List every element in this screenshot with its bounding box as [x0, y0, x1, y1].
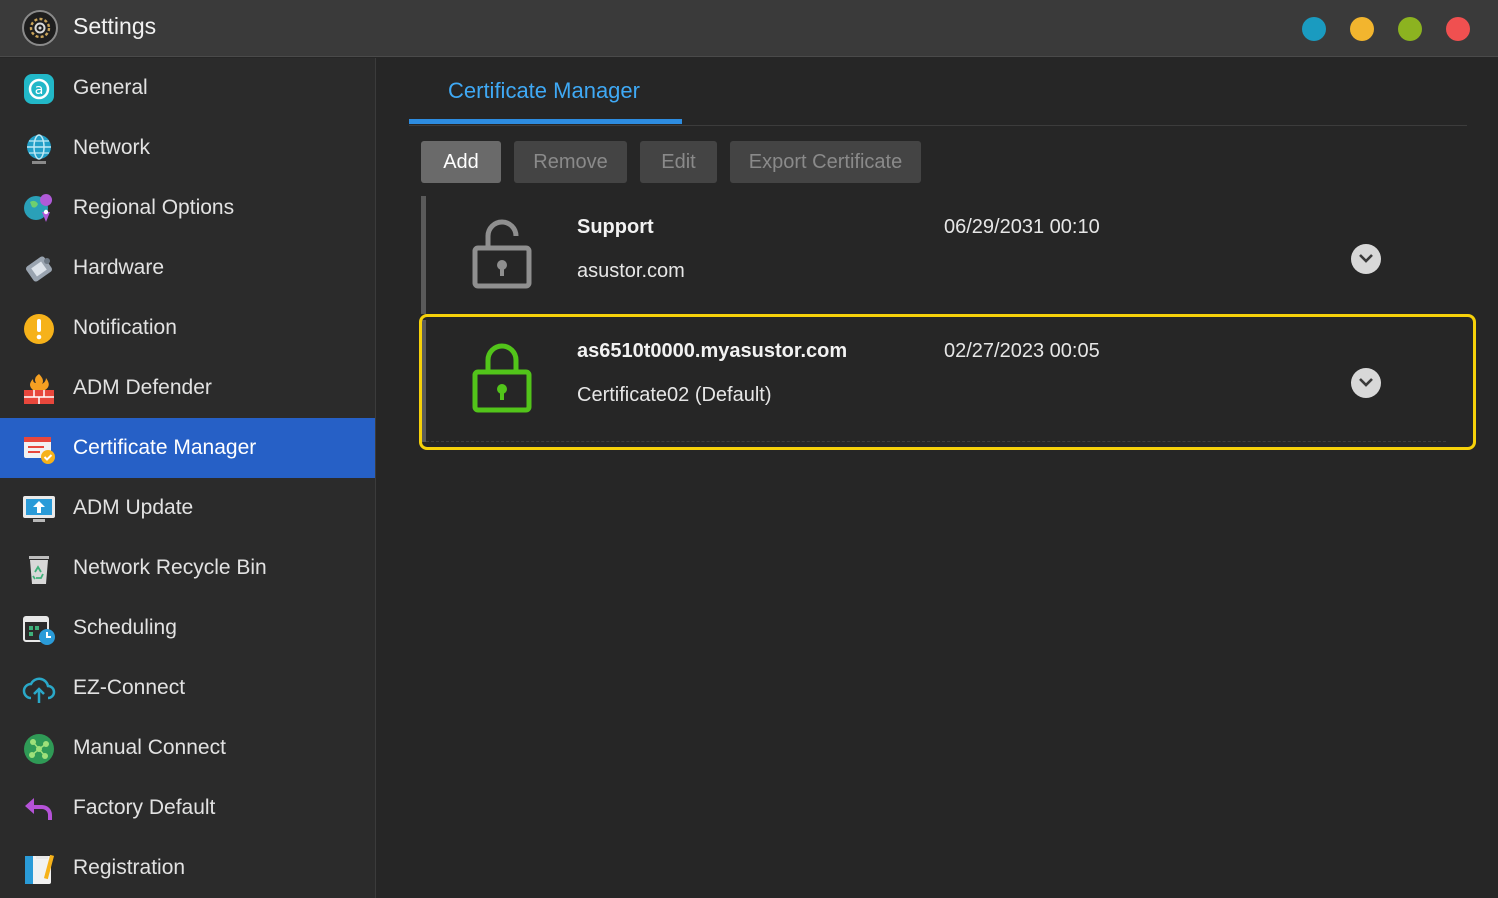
sidebar-item-registration[interactable]: Registration: [0, 838, 375, 898]
sidebar-item-adm-update[interactable]: ADM Update: [0, 478, 375, 538]
sidebar-item-label: ADM Defender: [73, 376, 212, 399]
tab-label: Certificate Manager: [448, 78, 640, 103]
sidebar-item-certificate-manager[interactable]: Certificate Manager: [0, 418, 375, 478]
svg-text:a: a: [35, 82, 44, 98]
gear-icon: [22, 10, 58, 46]
sidebar-item-label: Notification: [73, 316, 177, 339]
sidebar-item-regional-options[interactable]: Regional Options: [0, 178, 375, 238]
remove-button[interactable]: Remove: [514, 141, 627, 183]
undo-arrow-icon: [22, 792, 56, 826]
sidebar-item-label: ADM Update: [73, 496, 194, 519]
sidebar: a General Network Regional Options Hardw…: [0, 58, 376, 898]
window-maximize-dot[interactable]: [1398, 17, 1422, 41]
expand-chevron-icon[interactable]: [1351, 244, 1381, 274]
certificate-expiry-date: 06/29/2031 00:10: [944, 216, 1100, 238]
certificate-row[interactable]: Support asustor.com 06/29/2031 00:10: [421, 196, 1467, 314]
sidebar-item-hardware[interactable]: Hardware: [0, 238, 375, 298]
sidebar-item-manual-connect[interactable]: Manual Connect: [0, 718, 375, 778]
sidebar-item-label: Certificate Manager: [73, 436, 257, 459]
hardware-icon: [22, 252, 56, 286]
certificate-icon: [22, 432, 56, 466]
registration-card-icon: [22, 852, 56, 886]
add-button[interactable]: Add: [421, 141, 501, 183]
tab-divider: [409, 125, 1467, 126]
sidebar-item-general[interactable]: a General: [0, 58, 375, 118]
sidebar-item-label: Scheduling: [73, 616, 177, 639]
sidebar-item-label: Factory Default: [73, 796, 216, 819]
window-minimize-dot[interactable]: [1302, 17, 1326, 41]
sidebar-item-label: General: [73, 76, 148, 99]
sidebar-item-label: Hardware: [73, 256, 165, 279]
window-restore-dot[interactable]: [1350, 17, 1374, 41]
calendar-clock-icon: [22, 612, 56, 646]
tab-certificate-manager[interactable]: Certificate Manager: [409, 58, 682, 124]
certificate-name: Support: [577, 216, 654, 238]
sidebar-item-label: Regional Options: [73, 196, 235, 219]
edit-button[interactable]: Edit: [640, 141, 717, 183]
export-certificate-button[interactable]: Export Certificate: [730, 141, 921, 183]
sidebar-item-scheduling[interactable]: Scheduling: [0, 598, 375, 658]
highlight-box: [419, 314, 1476, 450]
main-panel: Certificate Manager Add Remove Edit Expo…: [377, 58, 1498, 898]
firewall-icon: [22, 372, 56, 406]
update-monitor-icon: [22, 492, 56, 526]
notification-exclamation-icon: [22, 312, 56, 346]
sidebar-item-label: Network: [73, 136, 151, 159]
cloud-upload-icon: [22, 672, 56, 706]
globe-icon: [22, 132, 56, 166]
tab-active-indicator: [409, 119, 682, 124]
sidebar-item-factory-default[interactable]: Factory Default: [0, 778, 375, 838]
title-bar: Settings: [0, 0, 1498, 57]
general-icon: a: [22, 72, 56, 106]
sidebar-item-label: Network Recycle Bin: [73, 556, 267, 579]
window-title: Settings: [73, 13, 157, 39]
recycle-bin-icon: [22, 552, 56, 586]
sidebar-item-label: Registration: [73, 856, 186, 879]
sidebar-item-ez-connect[interactable]: EZ-Connect: [0, 658, 375, 718]
sidebar-item-label: Manual Connect: [73, 736, 226, 759]
sidebar-item-label: EZ-Connect: [73, 676, 186, 699]
window-close-dot[interactable]: [1446, 17, 1470, 41]
regional-globe-pin-icon: [22, 192, 56, 226]
sidebar-item-notification[interactable]: Notification: [0, 298, 375, 358]
unlocked-padlock-icon: [471, 218, 533, 295]
network-nodes-icon: [22, 732, 56, 766]
row-indicator-bar: [421, 196, 426, 314]
sidebar-item-network[interactable]: Network: [0, 118, 375, 178]
certificate-subtitle: asustor.com: [577, 260, 685, 282]
sidebar-item-adm-defender[interactable]: ADM Defender: [0, 358, 375, 418]
sidebar-item-network-recycle-bin[interactable]: Network Recycle Bin: [0, 538, 375, 598]
